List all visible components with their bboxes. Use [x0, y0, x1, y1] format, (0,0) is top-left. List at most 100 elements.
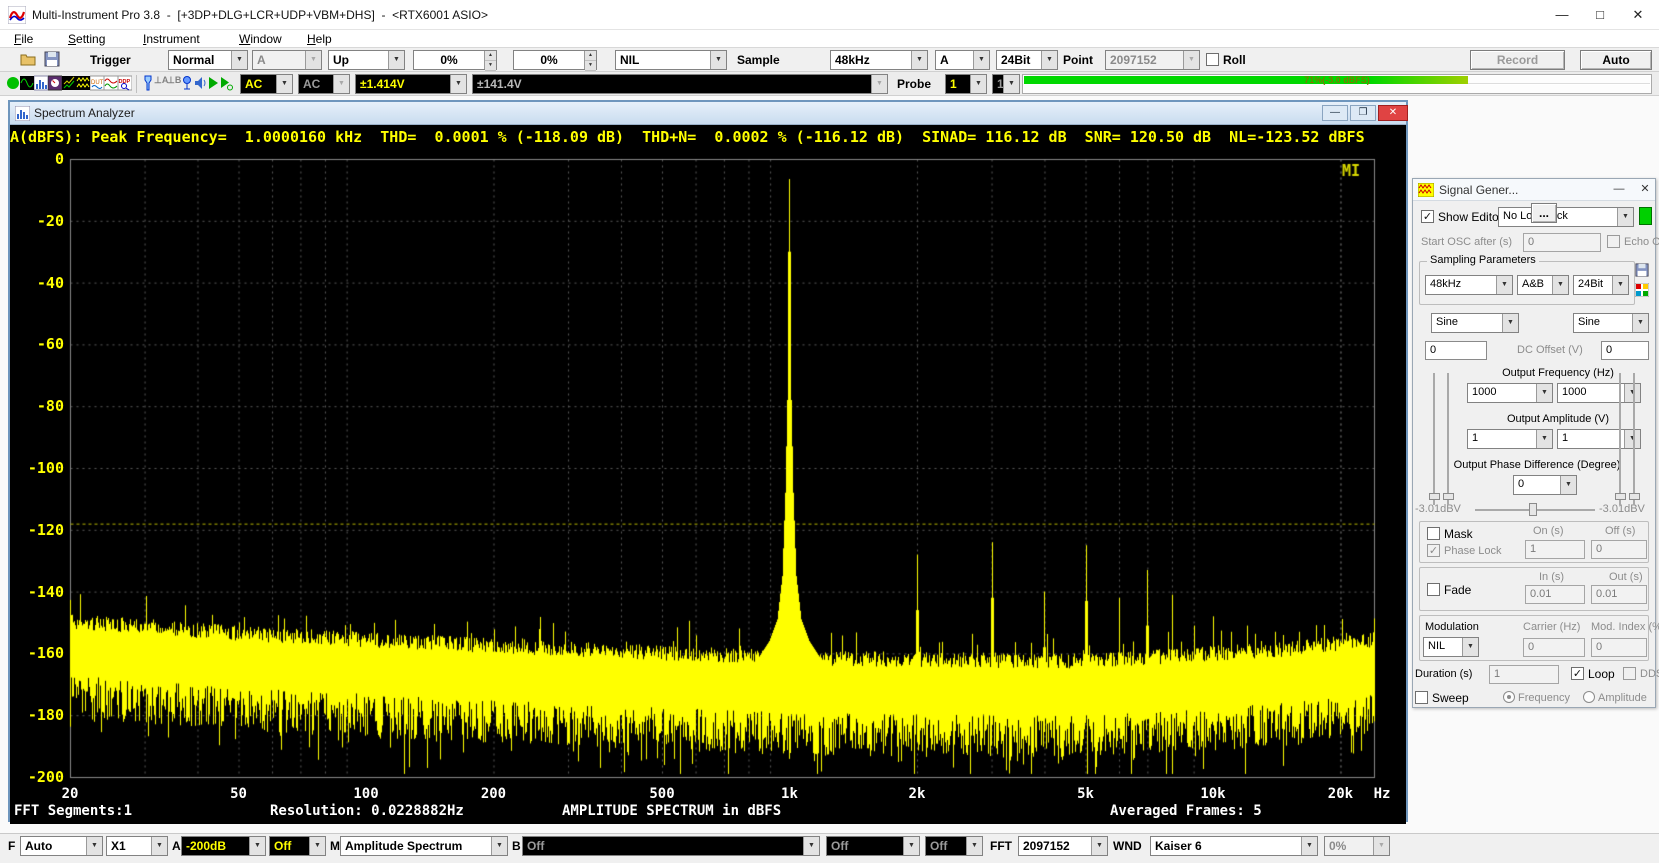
- spectrum-3d-plot-icon[interactable]: [62, 75, 77, 92]
- start-osc-input[interactable]: 0: [1523, 233, 1601, 252]
- run-loop-icon[interactable]: [219, 75, 234, 92]
- fade-out-input[interactable]: 0.01: [1591, 585, 1647, 604]
- signal-generator-icon[interactable]: [20, 75, 35, 92]
- record-button[interactable]: Record: [1470, 50, 1565, 70]
- derived-data-icon[interactable]: [104, 75, 119, 92]
- coupling-b-select[interactable]: AC▼: [298, 74, 350, 94]
- a-mode-select[interactable]: Off▼: [269, 836, 326, 856]
- b-coupling-select[interactable]: Off▼: [925, 836, 983, 856]
- generator-minimize-button[interactable]: —: [1609, 182, 1629, 198]
- modulation-type-select[interactable]: NIL▼: [1423, 637, 1479, 657]
- coupling-a-select[interactable]: AC▼: [240, 74, 293, 94]
- spin-up-icon[interactable]: ▲: [585, 51, 596, 61]
- frequency-b-select[interactable]: 1000▼: [1557, 383, 1641, 403]
- range-b-select[interactable]: ±141.4V▼: [472, 74, 888, 94]
- oscilloscope-icon[interactable]: [6, 75, 21, 92]
- sweep-checkbox[interactable]: [1415, 691, 1428, 704]
- sample-channel-select[interactable]: A▼: [935, 50, 990, 70]
- minimize-button[interactable]: —: [1545, 4, 1579, 26]
- display-mode-select[interactable]: Amplitude Spectrum▼: [340, 836, 508, 856]
- menu-file[interactable]: File: [8, 31, 39, 47]
- fade-checkbox[interactable]: [1427, 583, 1440, 596]
- mask-checkbox[interactable]: [1427, 527, 1440, 540]
- fade-in-input[interactable]: 0.01: [1525, 585, 1585, 604]
- generator-titlebar[interactable]: Signal Gener... — ✕: [1413, 179, 1655, 201]
- menu-window[interactable]: Window: [233, 31, 288, 47]
- window-function-select[interactable]: Kaiser 6▼: [1150, 836, 1318, 856]
- menu-setting[interactable]: Setting: [62, 31, 111, 47]
- menu-instrument[interactable]: Instrument: [137, 31, 206, 47]
- b-range-select[interactable]: Off▼: [522, 836, 820, 856]
- trigger-mode-select[interactable]: Normal▼: [168, 50, 248, 70]
- menu-help[interactable]: Help: [301, 31, 338, 47]
- sample-bits-select[interactable]: 24Bit▼: [996, 50, 1058, 70]
- amplitude-slider-handle[interactable]: [1429, 493, 1440, 500]
- mask-off-input[interactable]: 0: [1591, 540, 1647, 559]
- amplitude-slider-handle[interactable]: [1615, 493, 1626, 500]
- dds-checkbox[interactable]: [1623, 667, 1636, 680]
- gen-channels-select[interactable]: A&B▼: [1517, 275, 1569, 295]
- gen-config-icon[interactable]: [1635, 283, 1649, 300]
- dc-offset-a-input[interactable]: 0: [1425, 341, 1487, 360]
- phase-lock-checkbox[interactable]: [1427, 544, 1440, 557]
- trigger-frequency-select[interactable]: NIL▼: [615, 50, 727, 70]
- sweep-amplitude-radio[interactable]: [1583, 691, 1595, 703]
- wave-editor-button[interactable]: ...: [1531, 203, 1557, 223]
- multimeter-icon[interactable]: [48, 75, 63, 92]
- spectrum-window-titlebar[interactable]: Spectrum Analyzer — ❐ ✕: [10, 102, 1406, 125]
- trigger-level-spinner[interactable]: 0%▲▼: [413, 50, 497, 70]
- dc-offset-b-input[interactable]: 0: [1601, 341, 1649, 360]
- data-logger-icon[interactable]: [76, 75, 91, 92]
- ddp-icon[interactable]: DDP: [118, 75, 133, 92]
- show-editor-checkbox[interactable]: [1421, 210, 1434, 223]
- probe-b-select[interactable]: 1▼: [992, 74, 1020, 94]
- level-slider-handle[interactable]: [1529, 503, 1537, 516]
- waveform-b-select[interactable]: Sine▼: [1573, 313, 1649, 333]
- spectrum-analyzer-icon[interactable]: [34, 75, 49, 92]
- spin-up-icon[interactable]: ▲: [485, 51, 496, 61]
- zoom-select[interactable]: X1▼: [106, 836, 168, 856]
- trigger-edge-select[interactable]: Up▼: [328, 50, 405, 70]
- open-file-icon[interactable]: [20, 51, 35, 68]
- spectrum-close-button[interactable]: ✕: [1378, 105, 1408, 121]
- amplitude-b-select[interactable]: 1▼: [1557, 429, 1641, 449]
- spectrum-plot-canvas[interactable]: [10, 149, 1406, 824]
- echo-only-checkbox[interactable]: [1607, 235, 1620, 248]
- auto-button[interactable]: Auto: [1580, 50, 1652, 70]
- loopback-select[interactable]: No Loopback▼: [1498, 207, 1634, 227]
- waveform-a-select[interactable]: Sine▼: [1431, 313, 1519, 333]
- frequency-a-select[interactable]: 1000▼: [1467, 383, 1553, 403]
- close-button[interactable]: ✕: [1621, 4, 1655, 26]
- gen-save-icon[interactable]: [1635, 263, 1649, 280]
- roll-checkbox[interactable]: [1206, 53, 1219, 66]
- a-range-select[interactable]: -200dB▼: [181, 836, 266, 856]
- fft-size-select[interactable]: 2097152▼: [1018, 836, 1108, 856]
- point-select[interactable]: 2097152▼: [1105, 50, 1200, 70]
- trigger-delay-spinner[interactable]: 0%▲▼: [513, 50, 597, 70]
- phase-select[interactable]: 0▼: [1513, 475, 1577, 495]
- overlap-select[interactable]: 0%▼: [1324, 836, 1390, 856]
- duration-input[interactable]: 1: [1489, 665, 1559, 684]
- spin-down-icon[interactable]: ▼: [585, 61, 596, 71]
- mod-index-input[interactable]: 0: [1591, 638, 1647, 657]
- dut-icon[interactable]: DUT: [90, 75, 105, 92]
- maximize-button[interactable]: □: [1583, 4, 1617, 26]
- probe-a-select[interactable]: 1▼: [945, 74, 987, 94]
- b-mode-select[interactable]: Off▼: [826, 836, 920, 856]
- mask-on-input[interactable]: 1: [1525, 540, 1585, 559]
- sample-rate-select[interactable]: 48kHz▼: [830, 50, 928, 70]
- amplitude-slider-handle[interactable]: [1629, 493, 1640, 500]
- range-a-select[interactable]: ±1.414V▼: [355, 74, 467, 94]
- frequency-axis-select[interactable]: Auto▼: [20, 836, 103, 856]
- save-icon[interactable]: [44, 51, 59, 68]
- sweep-frequency-radio[interactable]: [1503, 691, 1515, 703]
- generator-close-button[interactable]: ✕: [1635, 182, 1655, 198]
- gen-bits-select[interactable]: 24Bit▼: [1573, 275, 1629, 295]
- gen-sample-rate-select[interactable]: 48kHz▼: [1425, 275, 1513, 295]
- amplitude-slider-handle[interactable]: [1443, 493, 1454, 500]
- spectrum-restore-button[interactable]: ❐: [1350, 105, 1376, 121]
- spin-down-icon[interactable]: ▼: [485, 61, 496, 71]
- loop-checkbox[interactable]: [1571, 667, 1584, 680]
- trigger-source-select[interactable]: A▼: [252, 50, 322, 70]
- amplitude-a-select[interactable]: 1▼: [1467, 429, 1553, 449]
